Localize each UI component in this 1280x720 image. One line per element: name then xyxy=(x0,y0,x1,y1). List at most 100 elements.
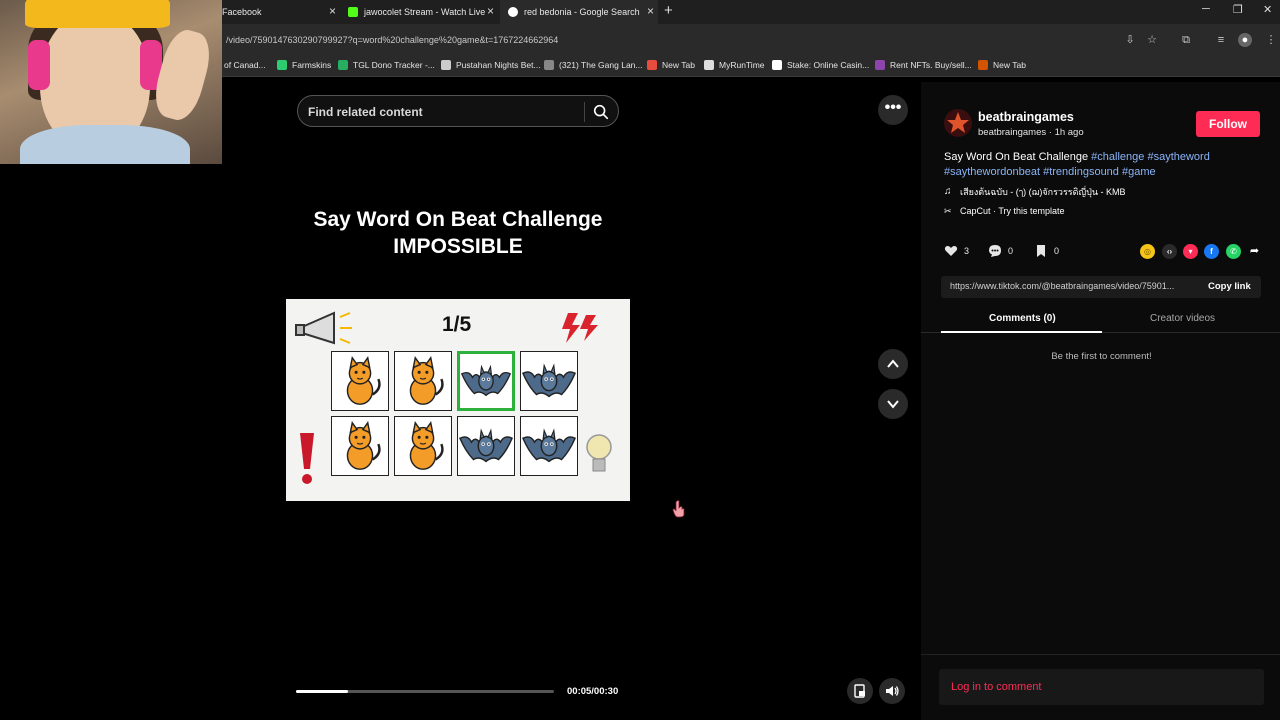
search-input[interactable] xyxy=(308,103,578,121)
new-tab-button[interactable]: + xyxy=(664,2,673,19)
speaker-icon xyxy=(886,686,899,696)
embed-icon[interactable]: ‹› xyxy=(1162,244,1177,259)
hashtag-link[interactable]: #game xyxy=(1122,166,1156,178)
star-logo-icon xyxy=(947,112,969,133)
hashtag-link[interactable]: #challenge xyxy=(1091,151,1144,163)
tab-creator-videos[interactable]: Creator videos xyxy=(1150,313,1215,324)
headphone-left xyxy=(28,40,50,90)
bookmark-item[interactable]: New Tab xyxy=(647,60,695,70)
cat-picture-cell xyxy=(331,351,389,411)
extensions-icon[interactable]: ⧉ xyxy=(1179,33,1193,47)
bat-picture-cell xyxy=(457,416,515,476)
lightning-icon xyxy=(562,313,598,343)
hand-cursor-icon xyxy=(672,500,685,518)
creator-username[interactable]: beatbraingames xyxy=(978,110,1074,124)
menu-icon[interactable]: ⋮ xyxy=(1264,33,1278,47)
bookmark-item[interactable]: Farmskins xyxy=(277,60,331,70)
video-description: Say Word On Beat Challenge #challenge #s… xyxy=(944,150,1264,180)
bookmark-item[interactable]: Pustahan Nights Bet... xyxy=(441,60,541,70)
tab-jawocolet-stream[interactable]: jawocolet Stream - Watch Live × xyxy=(340,0,498,24)
bookmark-item[interactable]: TGL Dono Tracker -... xyxy=(338,60,435,70)
bookmark-favicon-icon xyxy=(338,60,348,70)
cat-picture-cell xyxy=(331,416,389,476)
search-icon[interactable] xyxy=(592,103,610,121)
search-divider xyxy=(584,102,585,122)
like-action[interactable]: 3 xyxy=(944,244,969,258)
like-count: 3 xyxy=(964,246,970,256)
url-text[interactable]: /video/7590147630290799927?q=word%20chal… xyxy=(226,35,558,45)
previous-video-button[interactable] xyxy=(878,349,908,379)
round-counter: 1/5 xyxy=(442,313,472,336)
bookmark-favicon-icon xyxy=(978,60,988,70)
copy-link-button[interactable]: Copy link xyxy=(1208,281,1251,292)
capcut-template-link[interactable]: ✂ CapCut · Try this template xyxy=(944,206,1065,216)
tab-close-icon[interactable]: × xyxy=(329,4,336,18)
hashtag-link[interactable]: #saytheword xyxy=(1147,151,1209,163)
description-text: Say Word On Beat Challenge xyxy=(944,151,1092,163)
minimize-button[interactable]: ─ xyxy=(1202,3,1210,15)
video-title-line: IMPOSSIBLE xyxy=(393,235,523,258)
music-note-icon: ♫ xyxy=(944,186,952,197)
tab-close-icon[interactable]: × xyxy=(647,4,654,18)
tab-label: Facebook xyxy=(222,7,262,17)
restore-button[interactable]: ❐ xyxy=(1233,3,1243,16)
volume-button[interactable] xyxy=(879,678,905,704)
megaphone-icon xyxy=(295,311,352,345)
bookmark-star-icon[interactable]: ☆ xyxy=(1145,33,1159,47)
bookmark-favicon-icon xyxy=(277,60,287,70)
save-count: 0 xyxy=(1054,246,1060,256)
tab-comments[interactable]: Comments (0) xyxy=(989,313,1056,324)
coin-icon[interactable]: ◎ xyxy=(1140,244,1155,259)
window-close-button[interactable]: ✕ xyxy=(1263,3,1272,16)
picture-in-picture-button[interactable] xyxy=(847,678,873,704)
tab-label: jawocolet Stream - Watch Live xyxy=(364,7,486,17)
bookmark-favicon-icon xyxy=(647,60,657,70)
creator-subline: beatbraingames · 1h ago xyxy=(978,127,1084,138)
video-time: 00:05/00:30 xyxy=(567,686,619,697)
kick-icon xyxy=(348,7,358,17)
bookmark-favicon-icon xyxy=(875,60,885,70)
bookmark-item[interactable]: Rent NFTs. Buy/sell... xyxy=(875,60,972,70)
bookmark-item[interactable]: Stake: Online Casin... xyxy=(772,60,869,70)
next-video-button[interactable] xyxy=(878,389,908,419)
bookmark-favicon-icon xyxy=(772,60,782,70)
avatar[interactable] xyxy=(944,109,972,137)
facebook-icon[interactable]: f xyxy=(1204,244,1219,259)
whatsapp-icon[interactable]: ✆ xyxy=(1226,244,1241,259)
follow-button[interactable]: Follow xyxy=(1196,111,1260,137)
video-progress-fill xyxy=(296,690,348,693)
share-forward-icon[interactable]: ➦ xyxy=(1247,244,1262,259)
empty-comments-message: Be the first to comment! xyxy=(1051,351,1152,362)
bookmark-item[interactable]: of Canad... xyxy=(224,60,266,70)
webcam-hat xyxy=(25,0,170,28)
send-icon[interactable]: ▾ xyxy=(1183,244,1198,259)
bookmark-favicon-icon xyxy=(441,60,451,70)
profile-icon[interactable]: ● xyxy=(1238,33,1252,47)
tab-google-search[interactable]: red bedonia - Google Search × xyxy=(500,0,658,24)
bookmark-item[interactable]: MyRunTime xyxy=(704,60,765,70)
exclamation-icon xyxy=(300,433,314,484)
media-controls-icon[interactable]: ≡ xyxy=(1214,33,1228,47)
bookmark-favicon-icon xyxy=(704,60,714,70)
comment-action[interactable]: 0 xyxy=(988,244,1013,258)
bookmark-icon xyxy=(1037,245,1045,257)
save-action[interactable]: 0 xyxy=(1034,244,1059,258)
comment-bubble-icon xyxy=(989,245,1001,257)
login-label: Log in to comment xyxy=(951,681,1042,693)
webcam-shirt xyxy=(20,125,190,164)
more-options-button[interactable]: ••• xyxy=(878,95,908,125)
cat-picture-cell xyxy=(394,416,452,476)
related-search-box[interactable] xyxy=(297,95,619,127)
hashtag-link[interactable]: #saythewordonbeat xyxy=(944,166,1040,178)
login-to-comment-button[interactable]: Log in to comment xyxy=(939,669,1264,705)
share-link-url[interactable]: https://www.tiktok.com/@beatbraingames/v… xyxy=(950,281,1196,291)
video-progress-bar[interactable] xyxy=(296,690,554,693)
google-icon xyxy=(508,7,518,17)
music-link[interactable]: ♫ เสียงต้นฉบับ - (ๅ) (ฌ)จักรวรรดิญี่ปุ่น… xyxy=(944,185,1126,199)
hashtag-link[interactable]: #trendingsound xyxy=(1043,166,1119,178)
bookmark-item[interactable]: (321) The Gang Lan... xyxy=(544,60,642,70)
tab-close-icon[interactable]: × xyxy=(487,4,494,18)
install-app-icon[interactable]: ⇩ xyxy=(1123,33,1137,47)
bookmark-item[interactable]: New Tab xyxy=(978,60,1026,70)
tab-facebook[interactable]: Facebook × xyxy=(222,0,340,24)
